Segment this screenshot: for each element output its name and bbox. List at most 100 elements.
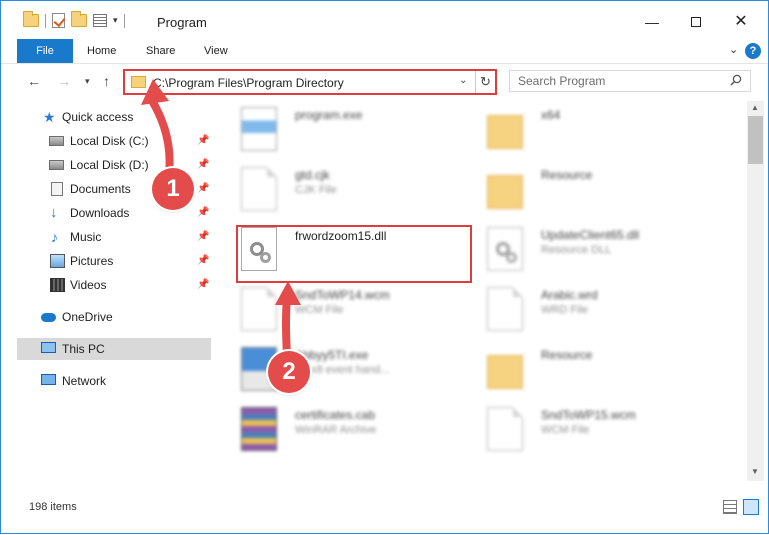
star-icon: ★ [43, 109, 56, 125]
sidebar-item-this-pc[interactable]: This PC [17, 338, 211, 360]
sidebar-item-music[interactable]: ♪ Music 📌 [17, 226, 211, 248]
drive-icon [49, 136, 64, 146]
sidebar-item-label: Local Disk (C:) [70, 134, 149, 148]
file-item[interactable]: x64 [483, 101, 723, 157]
file-name: x64 [541, 108, 561, 122]
refresh-icon[interactable]: ↻ [480, 74, 491, 90]
customize-toolbar-chevron-icon[interactable]: ▾ [113, 15, 118, 26]
file-icon [487, 407, 523, 451]
properties-icon[interactable] [93, 14, 107, 27]
archive-icon [241, 407, 277, 451]
file-name: Arabic.wrd [541, 288, 598, 302]
search-placeholder: Search Program [518, 74, 606, 88]
file-name: program.exe [295, 108, 363, 122]
navigation-bar: ← → ▾ ↑ C:\Program Files\Program Directo… [1, 63, 768, 99]
sidebar-item-label: Network [62, 374, 107, 388]
sidebar-item-onedrive[interactable]: OneDrive [17, 306, 211, 328]
file-item[interactable]: Arabic.wrd WRD File [483, 281, 723, 337]
scroll-up-icon[interactable]: ▲ [751, 103, 759, 112]
dll-icon [487, 227, 523, 271]
file-item[interactable]: gtd.cjk CJK File [237, 161, 477, 217]
file-name: gtd.cjk [295, 168, 330, 182]
sidebar-item-videos[interactable]: Videos 📌 [17, 274, 211, 296]
file-item[interactable]: UpdateClient65.dll Resource DLL [483, 221, 723, 277]
pin-icon[interactable]: 📌 [197, 202, 209, 224]
network-icon [41, 374, 56, 385]
file-name: SndToWP14.wcm [295, 288, 390, 302]
videos-icon [50, 278, 65, 292]
large-icons-view-icon[interactable] [743, 499, 759, 515]
recent-locations-chevron-icon[interactable]: ▾ [85, 76, 90, 87]
file-description: CJK File [295, 184, 337, 196]
close-button[interactable]: ✕ [726, 11, 756, 33]
file-item[interactable]: SndToWP14.wcm WCM File [237, 281, 477, 337]
music-icon: ♪ [51, 229, 58, 245]
sidebar-item-pictures[interactable]: Pictures 📌 [17, 250, 211, 272]
tab-home[interactable]: Home [87, 39, 116, 63]
scrollbar-thumb[interactable] [748, 116, 763, 164]
pin-icon[interactable]: 📌 [197, 154, 209, 176]
item-count: 198 items [29, 501, 77, 513]
tab-view[interactable]: View [204, 39, 228, 63]
sidebar-item-label: Quick access [62, 110, 134, 124]
sidebar-item-quick-access[interactable]: ★ Quick access [17, 106, 211, 128]
address-divider [475, 71, 476, 93]
file-icon [241, 167, 277, 211]
help-icon[interactable]: ? [745, 43, 761, 59]
sidebar-item-label: Downloads [70, 206, 130, 220]
pin-icon[interactable]: 📌 [197, 250, 209, 272]
file-name: UpdateClient65.dll [541, 228, 640, 242]
up-arrow-icon[interactable]: ↑ [103, 73, 110, 89]
title-bar: ▾ Program — ✕ [1, 1, 768, 39]
pictures-icon [50, 254, 65, 268]
file-description: WCM File [541, 424, 590, 436]
tab-share[interactable]: Share [146, 39, 175, 63]
pin-icon[interactable]: 📌 [197, 178, 209, 200]
folder-icon [131, 76, 146, 88]
pin-icon[interactable]: 📌 [197, 274, 209, 296]
callout-step-2: 2 [268, 351, 310, 393]
folder-icon[interactable] [23, 11, 39, 27]
file-item[interactable]: Resource [483, 341, 723, 397]
file-item[interactable]: certificates.cab WinRAR Archive [237, 401, 477, 457]
documents-icon [51, 182, 63, 196]
details-view-icon[interactable] [723, 500, 737, 514]
expand-ribbon-chevron-icon[interactable]: ⌄ [729, 43, 738, 56]
maximize-button[interactable] [681, 11, 711, 33]
vertical-scrollbar[interactable]: ▲ ▼ [747, 101, 764, 481]
tab-file[interactable]: File [17, 39, 73, 63]
pin-icon[interactable]: 📌 [197, 130, 209, 152]
new-folder-icon[interactable] [71, 11, 87, 27]
file-item[interactable]: Resource [483, 161, 723, 217]
window-title: Program [157, 15, 207, 30]
maximize-icon [691, 17, 701, 27]
sidebar-item-network[interactable]: Network [17, 370, 211, 392]
toolbar-divider [45, 13, 46, 28]
sidebar-item-label: Videos [70, 278, 107, 292]
drive-icon [49, 160, 64, 170]
ribbon-tabs: File Home Share View ⌄ ? [1, 39, 768, 63]
address-path[interactable]: C:\Program Files\Program Directory [153, 76, 344, 90]
file-item[interactable]: program.exe [237, 101, 477, 157]
file-icon [241, 287, 277, 331]
exe-icon [241, 107, 277, 151]
address-dropdown-chevron-icon[interactable]: ⌄ [459, 75, 467, 86]
back-arrow-icon[interactable]: ← [27, 73, 41, 89]
pin-icon[interactable]: 📌 [197, 226, 209, 248]
search-icon[interactable] [730, 74, 742, 86]
forward-arrow-icon[interactable]: → [57, 73, 71, 89]
address-bar[interactable]: C:\Program Files\Program Directory ⌄ ↻ [123, 69, 497, 95]
folder-icon [487, 355, 523, 389]
folder-icon [487, 115, 523, 149]
file-list: program.exe x64 gtd.cjk CJK File Resourc… [213, 101, 747, 481]
minimize-button[interactable]: — [637, 11, 667, 33]
search-box[interactable]: Search Program [509, 70, 751, 92]
file-name: certificates.cab [295, 408, 376, 422]
scroll-down-icon[interactable]: ▼ [751, 467, 759, 476]
properties-check-icon[interactable] [52, 13, 65, 28]
cloud-icon [41, 313, 56, 322]
toolbar-divider [123, 13, 125, 28]
file-item[interactable]: SndToWP15.wcm WCM File [483, 401, 723, 457]
sidebar-item-local-disk-c[interactable]: Local Disk (C:) 📌 [17, 130, 211, 152]
quick-access-toolbar: ▾ [23, 11, 125, 28]
